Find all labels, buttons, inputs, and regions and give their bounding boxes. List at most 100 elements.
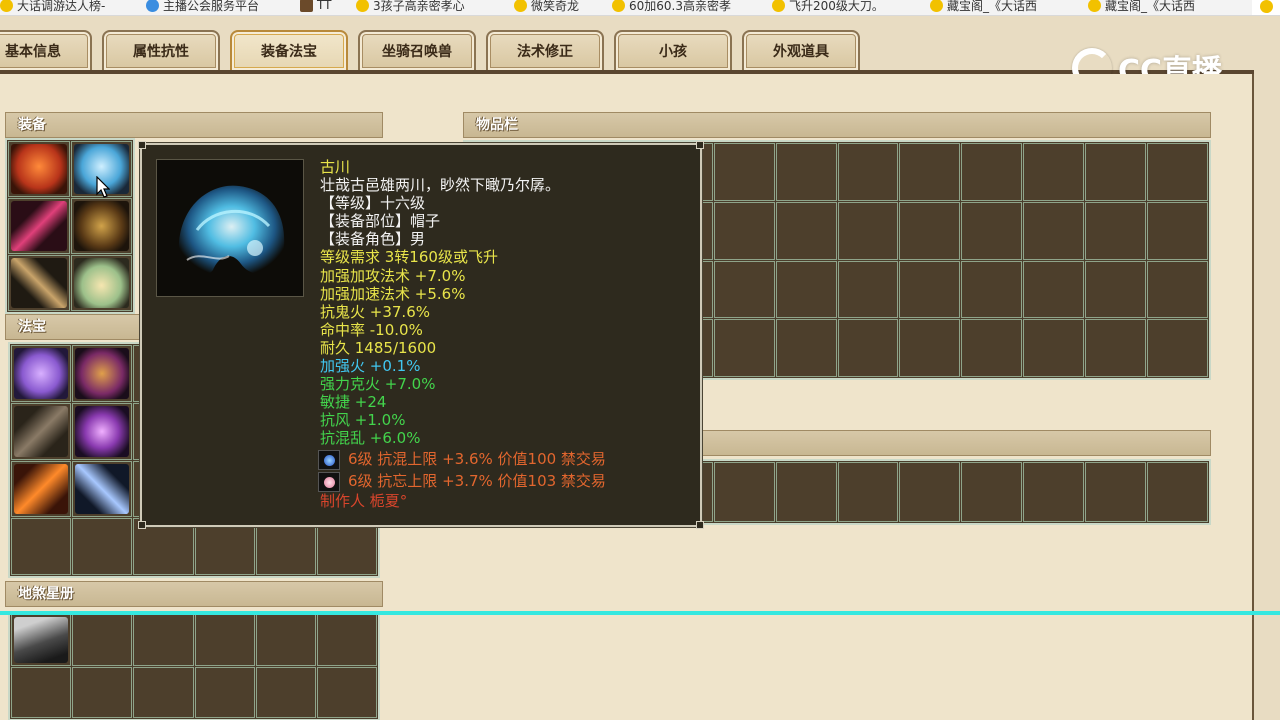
bookmark-item[interactable]: 60加60.3高亲密孝 <box>612 0 731 14</box>
item-attr-line: 敏捷 +24 <box>320 393 387 412</box>
inventory-slot[interactable] <box>1023 201 1085 260</box>
storage-slot[interactable] <box>775 462 837 522</box>
bookmark-item[interactable]: 3孩子高亲密孝心 <box>356 0 465 14</box>
game-icon <box>300 0 313 12</box>
star-icon <box>930 0 943 12</box>
storage-slot[interactable] <box>961 462 1023 522</box>
inventory-slot[interactable] <box>837 201 899 260</box>
inventory-slot[interactable] <box>1147 201 1208 260</box>
storage-slot[interactable] <box>899 462 961 522</box>
tab-appearance-items[interactable]: 外观道具 <box>742 30 860 70</box>
item-attr-line: 【装备角色】男 <box>320 230 426 249</box>
inventory-slot[interactable] <box>1085 260 1147 319</box>
bookmark-item[interactable]: 大话调游达人榜- <box>0 0 105 14</box>
inventory-slot[interactable] <box>1023 260 1085 319</box>
inventory-slot[interactable] <box>961 319 1023 377</box>
inventory-slot[interactable] <box>713 201 775 260</box>
equipment-slot[interactable] <box>8 255 70 311</box>
disha-slot[interactable] <box>11 666 72 718</box>
inventory-slot[interactable] <box>961 201 1023 260</box>
inventory-slot[interactable] <box>775 319 837 377</box>
fabao-item-icon <box>75 348 130 399</box>
bookmark-item[interactable]: 微笑奇龙 <box>514 0 579 14</box>
tab-spell-correction[interactable]: 法术修正 <box>486 30 604 70</box>
fabao-slot[interactable] <box>72 518 133 575</box>
item-maker: 制作人 栀夏° <box>320 491 408 510</box>
fabao-slot[interactable] <box>11 402 72 460</box>
inventory-slot[interactable] <box>837 260 899 319</box>
item-attr-line: 等级需求 3转160级或飞升 <box>320 248 498 267</box>
item-tooltip: 古川 壮哉古邑雄两川，眇然下瞰乃尔孱。 【等级】十六级 【装备部位】帽子 【装备… <box>138 141 704 529</box>
bookmark-item[interactable]: 藏宝阁_《大话西 <box>1088 0 1195 14</box>
inventory-slot[interactable] <box>1147 260 1208 319</box>
inventory-slot[interactable] <box>899 260 961 319</box>
inventory-slot[interactable] <box>899 319 961 377</box>
fabao-slot[interactable] <box>11 345 72 402</box>
inventory-slot[interactable] <box>899 143 961 201</box>
inventory-slot[interactable] <box>1085 201 1147 260</box>
storage-slot[interactable] <box>713 462 775 522</box>
disha-slot[interactable] <box>72 666 133 718</box>
inventory-slot[interactable] <box>775 260 837 319</box>
tab-basic-info[interactable]: 基本信息 <box>0 30 92 70</box>
necklace-icon <box>73 201 129 251</box>
item-attr-line: 命中率 -10.0% <box>320 320 423 339</box>
inventory-slot[interactable] <box>775 201 837 260</box>
disha-slot[interactable] <box>133 614 194 666</box>
inventory-slot[interactable] <box>1147 319 1208 377</box>
inventory-slot[interactable] <box>1085 143 1147 201</box>
storage-slot[interactable] <box>1147 462 1208 522</box>
disha-slot[interactable] <box>72 614 133 666</box>
tab-mount-summon[interactable]: 坐骑召唤兽 <box>358 30 476 70</box>
fabao-slot[interactable] <box>11 460 72 518</box>
disha-slot[interactable] <box>255 614 316 666</box>
disha-slot[interactable] <box>133 666 194 718</box>
tooltip-corner <box>696 141 704 149</box>
storage-slot[interactable] <box>1085 462 1147 522</box>
inventory-slot[interactable] <box>837 143 899 201</box>
fabao-slot[interactable] <box>11 518 72 575</box>
equipment-slot[interactable] <box>70 198 132 254</box>
equipment-slot[interactable] <box>70 255 132 311</box>
inventory-slot[interactable] <box>899 201 961 260</box>
disha-slot[interactable] <box>255 666 316 718</box>
star-icon <box>1088 0 1101 12</box>
disha-slot[interactable] <box>316 614 377 666</box>
inventory-slot[interactable] <box>1147 143 1208 201</box>
inventory-slot[interactable] <box>961 143 1023 201</box>
bookmark-item[interactable]: TT <box>300 0 331 14</box>
disha-slot[interactable] <box>194 614 255 666</box>
fabao-slot[interactable] <box>72 402 133 460</box>
inventory-slot[interactable] <box>713 143 775 201</box>
bookmark-item[interactable]: 飞升200级大刀。 <box>772 0 884 14</box>
inventory-slot[interactable] <box>713 260 775 319</box>
storage-slot[interactable] <box>837 462 899 522</box>
star-icon <box>1260 0 1273 13</box>
inventory-slot[interactable] <box>961 260 1023 319</box>
item-attr-line: 【等级】十六级 <box>320 194 426 213</box>
equipment-slot[interactable] <box>8 141 70 197</box>
storage-slot[interactable] <box>1023 462 1085 522</box>
disha-slot[interactable] <box>11 614 72 666</box>
inventory-slot[interactable] <box>775 143 837 201</box>
fabao-item-icon <box>75 405 130 457</box>
inventory-slot[interactable] <box>1085 319 1147 377</box>
overlay-line <box>0 611 1280 615</box>
item-attr-line: 强力克火 +7.0% <box>320 375 436 394</box>
bookmarks-overflow[interactable] <box>1252 0 1280 15</box>
fabao-slot[interactable] <box>72 345 133 402</box>
bookmark-item[interactable]: 藏宝阁_《大话西 <box>930 0 1037 14</box>
tab-equipment-fabao[interactable]: 装备法宝 <box>230 30 348 70</box>
inventory-slot[interactable] <box>1023 319 1085 377</box>
bookmark-item[interactable]: 主播公会服务平台 <box>146 0 259 14</box>
inventory-slot[interactable] <box>837 319 899 377</box>
disha-slot[interactable] <box>194 666 255 718</box>
equipment-slot[interactable] <box>8 198 70 254</box>
inventory-slot[interactable] <box>1023 143 1085 201</box>
tab-child[interactable]: 小孩 <box>614 30 732 70</box>
section-title-disha: 地煞星册 <box>5 581 383 607</box>
fabao-slot[interactable] <box>72 460 133 518</box>
inventory-slot[interactable] <box>713 319 775 377</box>
tab-attribute-resist[interactable]: 属性抗性 <box>102 30 220 70</box>
disha-slot[interactable] <box>316 666 377 718</box>
